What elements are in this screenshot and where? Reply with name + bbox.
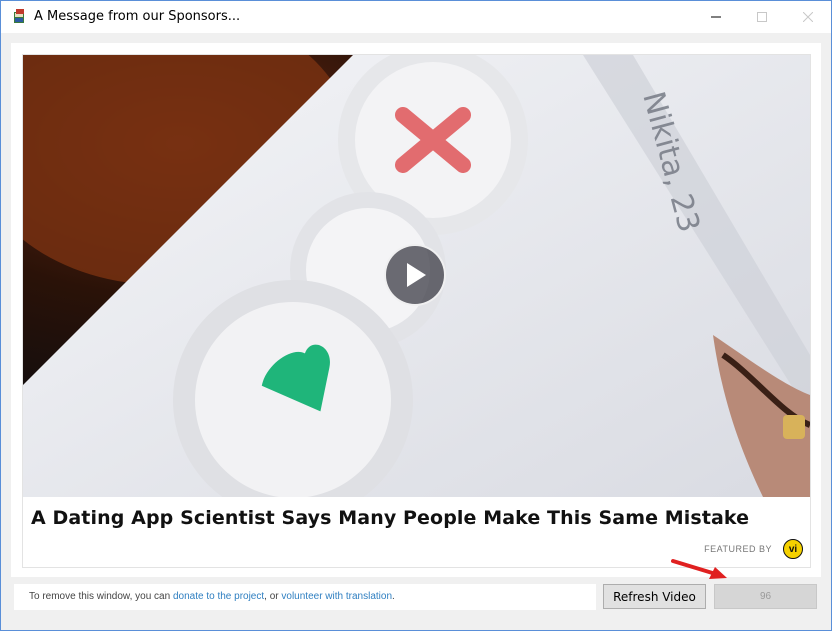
- play-button[interactable]: [384, 244, 446, 306]
- ad-content-area: Nikita, 23 A Dating App Scientist Says M…: [11, 43, 821, 577]
- donate-link[interactable]: donate to the project: [173, 591, 264, 602]
- close-countdown-button[interactable]: 96: [714, 584, 817, 609]
- ad-headline[interactable]: A Dating App Scientist Says Many People …: [31, 507, 749, 529]
- close-button[interactable]: [785, 1, 831, 33]
- notice-prefix: To remove this window, you can: [29, 591, 173, 602]
- maximize-icon: [757, 12, 767, 22]
- vi-logo-icon[interactable]: vi: [783, 539, 803, 559]
- video-thumbnail[interactable]: Nikita, 23: [23, 55, 810, 497]
- sponsor-window: A Message from our Sponsors... Nikita, 2…: [0, 0, 832, 631]
- close-icon: [803, 12, 813, 22]
- window-title: A Message from our Sponsors...: [34, 9, 241, 24]
- maximize-button[interactable]: [739, 1, 785, 33]
- app-icon: [14, 9, 24, 23]
- ad-card[interactable]: Nikita, 23 A Dating App Scientist Says M…: [22, 54, 811, 568]
- refresh-video-button[interactable]: Refresh Video: [603, 584, 706, 609]
- red-arrow-icon: [671, 559, 727, 579]
- volunteer-link[interactable]: volunteer with translation: [281, 591, 392, 602]
- featured-by-label: FEATURED BY: [704, 544, 772, 554]
- minimize-button[interactable]: [693, 1, 739, 33]
- notice-suffix: .: [392, 591, 395, 602]
- notice-middle: , or: [264, 591, 282, 602]
- play-icon: [407, 263, 426, 287]
- title-bar[interactable]: A Message from our Sponsors...: [1, 1, 831, 33]
- minimize-icon: [711, 16, 721, 18]
- removal-notice: To remove this window, you can donate to…: [14, 584, 596, 610]
